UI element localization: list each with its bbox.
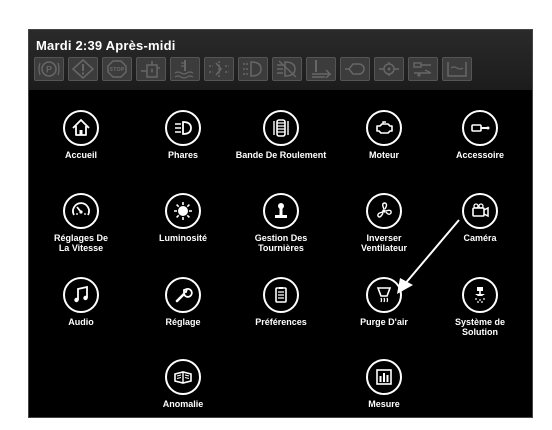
menu-label: Réglages De La Vitesse [53, 233, 109, 253]
joystick-icon [263, 193, 299, 229]
menu-label: Luminosité [158, 233, 207, 243]
wrench-icon [165, 277, 201, 313]
menu-label: Purge D'air [360, 317, 408, 327]
menu-camera[interactable]: Caméra [430, 193, 530, 243]
home-icon [63, 110, 99, 146]
menu-label: Système de Solution [454, 317, 506, 337]
menu-label: Accessoire [455, 150, 505, 160]
oil-pressure-icon [374, 57, 404, 81]
menu-audio[interactable]: Audio [31, 277, 131, 327]
brightness-icon [165, 193, 201, 229]
menu-bande-de-roulement[interactable]: Bande De Roulement [231, 110, 331, 160]
fuel-filter-icon [136, 57, 166, 81]
accessory-icon [408, 57, 438, 81]
menu-phares[interactable]: Phares [133, 110, 233, 160]
menu-reglages-vitesse[interactable]: Réglages De La Vitesse [31, 193, 131, 253]
menu-label: Inverser Ventilateur [360, 233, 407, 253]
menu-moteur[interactable]: Moteur [334, 110, 434, 160]
sprayer-icon [462, 277, 498, 313]
music-note-icon [63, 277, 99, 313]
menu-preferences[interactable]: Préférences [231, 277, 331, 327]
menu-label: Gestion Des Tournières [254, 233, 308, 253]
menu-label: Audio [68, 317, 94, 327]
washer-fluid-icon [442, 57, 472, 81]
menu-mesure[interactable]: Mesure [334, 359, 434, 409]
menu-label: Bande De Roulement [235, 150, 327, 160]
hydraulic-filter-icon [340, 57, 370, 81]
camera-icon [462, 193, 498, 229]
coolant-temp-icon [170, 57, 200, 81]
engine-icon [366, 110, 402, 146]
menu-reglage[interactable]: Réglage [133, 277, 233, 327]
stop-icon: STOP [102, 57, 132, 81]
fog-light-off-icon [272, 57, 302, 81]
menu-accessoire[interactable]: Accessoire [430, 110, 530, 160]
menu-anomalie[interactable]: Anomalie [133, 359, 233, 409]
menu-gestion-tournieres[interactable]: Gestion Des Tournières [231, 193, 331, 253]
accessory-cylinder-icon [462, 110, 498, 146]
bar-graph-icon [366, 359, 402, 395]
headlight-indicator-icon [204, 57, 234, 81]
menu-label: Anomalie [162, 399, 204, 409]
status-bar: Mardi 2:39 Après-midi P STOP [29, 30, 532, 90]
menu-label: Réglage [165, 317, 201, 327]
menu-inverser-ventilateur[interactable]: Inverser Ventilateur [334, 193, 434, 253]
warning-triangle-icon [68, 57, 98, 81]
menu-purge-air[interactable]: Purge D'air [334, 277, 434, 327]
speedometer-icon [63, 193, 99, 229]
parking-brake-icon: P [34, 57, 64, 81]
track-icon [263, 110, 299, 146]
menu-label: Phares [167, 150, 199, 160]
menu-systeme-solution[interactable]: Système de Solution [430, 277, 530, 337]
menu-label: Mesure [368, 399, 400, 409]
air-purge-icon [366, 277, 402, 313]
menu-luminosite[interactable]: Luminosité [133, 193, 233, 243]
book-icon [165, 359, 201, 395]
fan-icon [366, 193, 402, 229]
display-screen: Mardi 2:39 Après-midi P STOP Accueil Pha… [28, 29, 533, 418]
menu-label: Moteur [369, 150, 399, 160]
indicator-row: P STOP [34, 57, 472, 81]
clipboard-icon [263, 277, 299, 313]
svg-text:P: P [46, 65, 52, 75]
stop-label: STOP [110, 67, 125, 73]
menu-accueil[interactable]: Accueil [31, 110, 131, 160]
clock-text: Mardi 2:39 Après-midi [36, 38, 176, 53]
headlight-icon [165, 110, 201, 146]
menu-label: Caméra [463, 233, 497, 243]
menu-label: Préférences [255, 317, 307, 327]
transmission-temp-icon [306, 57, 336, 81]
high-beam-icon [238, 57, 268, 81]
menu-label: Accueil [64, 150, 97, 160]
